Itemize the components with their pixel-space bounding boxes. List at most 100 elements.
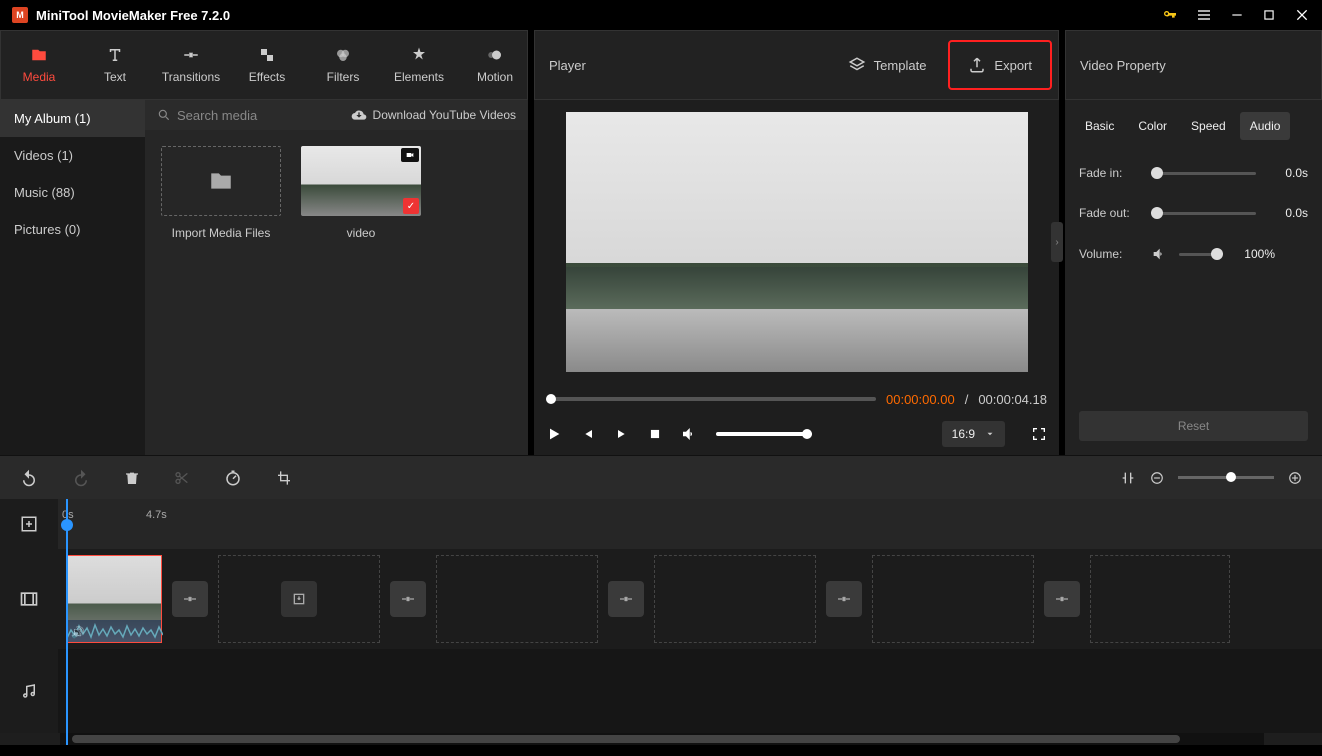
- main-toolbar: Media Text Transitions Effects Filters: [0, 30, 528, 100]
- tab-transitions[interactable]: Transitions: [153, 31, 229, 99]
- audio-track-icon: [0, 649, 58, 733]
- volume-prop-slider[interactable]: [1179, 253, 1223, 256]
- tab-media[interactable]: Media: [1, 31, 77, 99]
- tab-elements-label: Elements: [394, 70, 444, 84]
- key-icon[interactable]: [1162, 7, 1178, 23]
- fade-in-label: Fade in:: [1079, 166, 1139, 180]
- player-title: Player: [549, 58, 586, 73]
- media-panel: My Album (1) Videos (1) Music (88) Pictu…: [0, 100, 528, 455]
- empty-slot-1[interactable]: [218, 555, 380, 643]
- tab-motion-label: Motion: [477, 70, 513, 84]
- crop-button[interactable]: [276, 470, 292, 486]
- tab-effects[interactable]: Effects: [229, 31, 305, 99]
- property-title: Video Property: [1080, 58, 1166, 73]
- tab-motion[interactable]: Motion: [457, 31, 533, 99]
- play-button[interactable]: [546, 426, 562, 442]
- undo-button[interactable]: [20, 469, 38, 487]
- template-label: Template: [874, 58, 927, 73]
- tab-filters[interactable]: Filters: [305, 31, 381, 99]
- volume-slider[interactable]: [716, 432, 812, 436]
- sidebar-item-music[interactable]: Music (88): [0, 174, 145, 211]
- timeline-clip[interactable]: 🔊: [66, 555, 162, 643]
- prop-tab-basic[interactable]: Basic: [1075, 112, 1124, 140]
- fade-in-slider[interactable]: [1151, 172, 1256, 175]
- player-panel: › 00:00:00.00 / 00:00:04.18 16:9: [534, 100, 1059, 455]
- player-header: Player Template Export: [534, 30, 1059, 100]
- redo-button[interactable]: [72, 469, 90, 487]
- volume-icon[interactable]: [680, 425, 698, 443]
- video-track[interactable]: 🔊: [58, 549, 1322, 649]
- prop-volume-icon[interactable]: [1151, 246, 1167, 262]
- fade-in-value: 0.0s: [1268, 166, 1308, 180]
- delete-button[interactable]: [124, 470, 140, 486]
- export-button[interactable]: Export: [948, 40, 1052, 90]
- zoom-out-button[interactable]: [1150, 471, 1164, 485]
- playback-scrubber[interactable]: [546, 397, 876, 401]
- stop-button[interactable]: [648, 427, 662, 441]
- fade-out-value: 0.0s: [1268, 206, 1308, 220]
- timeline: 0s 4.7s 🔊: [0, 499, 1322, 745]
- reset-button[interactable]: Reset: [1079, 411, 1308, 441]
- maximize-button[interactable]: [1262, 8, 1276, 22]
- fade-out-slider[interactable]: [1151, 212, 1256, 215]
- template-button[interactable]: Template: [836, 48, 939, 82]
- add-track-button[interactable]: [0, 499, 58, 549]
- title-bar: M MiniTool MovieMaker Free 7.2.0: [0, 0, 1322, 30]
- aspect-ratio-select[interactable]: 16:9: [942, 421, 1005, 447]
- zoom-slider[interactable]: [1178, 476, 1274, 479]
- transition-slot-2[interactable]: [390, 581, 426, 617]
- sidebar-item-album[interactable]: My Album (1): [0, 100, 145, 137]
- playhead[interactable]: [66, 499, 68, 745]
- app-title: MiniTool MovieMaker Free 7.2.0: [36, 8, 1162, 23]
- empty-slot-4[interactable]: [872, 555, 1034, 643]
- prop-tab-color[interactable]: Color: [1128, 112, 1177, 140]
- fullscreen-button[interactable]: [1031, 426, 1047, 442]
- audio-track[interactable]: [58, 649, 1322, 733]
- prop-tab-speed[interactable]: Speed: [1181, 112, 1236, 140]
- tab-text[interactable]: Text: [77, 31, 153, 99]
- preview-video: [566, 112, 1028, 372]
- check-badge-icon: ✓: [403, 198, 419, 214]
- tab-elements[interactable]: Elements: [381, 31, 457, 99]
- prev-frame-button[interactable]: [580, 426, 596, 442]
- cloud-download-icon: [351, 107, 367, 123]
- download-youtube-button[interactable]: Download YouTube Videos: [351, 107, 516, 123]
- chevron-down-icon: [985, 429, 995, 439]
- search-input[interactable]: Search media: [157, 108, 341, 123]
- split-button[interactable]: [174, 470, 190, 486]
- sidebar-item-videos[interactable]: Videos (1): [0, 137, 145, 174]
- close-button[interactable]: [1294, 7, 1310, 23]
- minimize-button[interactable]: [1230, 8, 1244, 22]
- timeline-ruler[interactable]: 0s 4.7s: [58, 499, 1322, 549]
- sidebar-item-pictures[interactable]: Pictures (0): [0, 211, 145, 248]
- fit-button[interactable]: [1120, 470, 1136, 486]
- speed-button[interactable]: [224, 469, 242, 487]
- empty-slot-2[interactable]: [436, 555, 598, 643]
- volume-label: Volume:: [1079, 247, 1139, 261]
- empty-slot-5[interactable]: [1090, 555, 1230, 643]
- preview-area[interactable]: ›: [534, 100, 1059, 384]
- timeline-scrollbar[interactable]: [60, 733, 1264, 745]
- volume-value: 100%: [1235, 247, 1275, 261]
- time-current: 00:00:00.00: [886, 392, 955, 407]
- menu-icon[interactable]: [1196, 7, 1212, 23]
- video-badge-icon: [401, 148, 419, 162]
- zoom-in-button[interactable]: [1288, 471, 1302, 485]
- download-label: Download YouTube Videos: [373, 108, 516, 122]
- empty-slot-3[interactable]: [654, 555, 816, 643]
- media-item-video[interactable]: ✓ video: [301, 146, 421, 240]
- prop-tab-audio[interactable]: Audio: [1240, 112, 1291, 140]
- media-sidebar: My Album (1) Videos (1) Music (88) Pictu…: [0, 100, 145, 455]
- transition-slot-1[interactable]: [172, 581, 208, 617]
- tab-transitions-label: Transitions: [162, 70, 220, 84]
- search-icon: [157, 108, 171, 122]
- transition-slot-3[interactable]: [608, 581, 644, 617]
- expand-handle[interactable]: ›: [1051, 222, 1063, 262]
- time-sep: /: [965, 392, 969, 407]
- transition-slot-4[interactable]: [826, 581, 862, 617]
- transition-slot-5[interactable]: [1044, 581, 1080, 617]
- time-total: 00:00:04.18: [978, 392, 1047, 407]
- next-frame-button[interactable]: [614, 426, 630, 442]
- import-media-button[interactable]: Import Media Files: [161, 146, 281, 240]
- tab-filters-label: Filters: [327, 70, 360, 84]
